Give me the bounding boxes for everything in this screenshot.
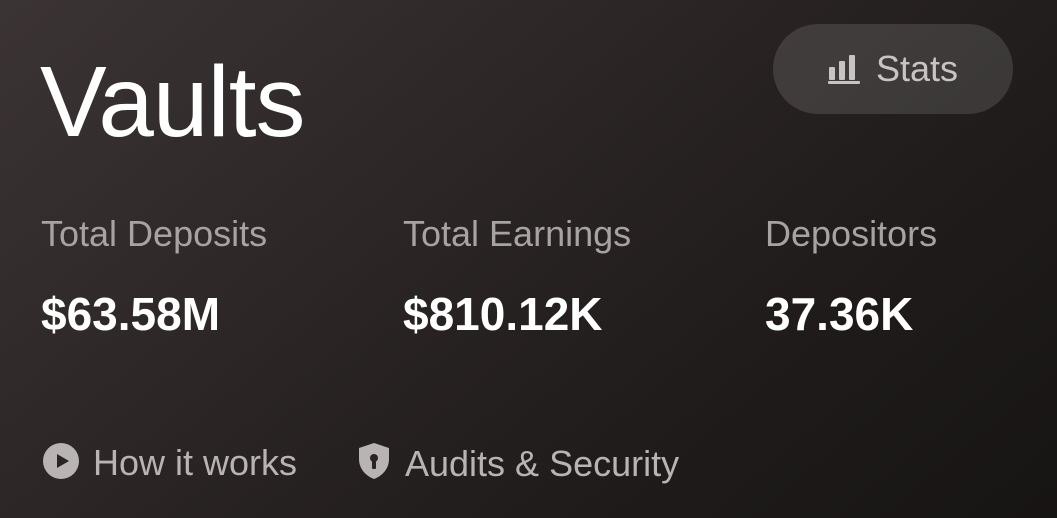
audits-security-label: Audits & Security: [405, 442, 680, 484]
metric-value: $63.58M: [41, 288, 221, 341]
metric-value: 37.36K: [765, 288, 914, 341]
bar-chart-icon: [827, 54, 862, 84]
play-circle-icon: [43, 442, 79, 484]
vaults-card: Vaults Stats Total Deposits $63.58M Tota…: [0, 0, 1057, 518]
how-it-works-link[interactable]: How it works: [43, 442, 297, 484]
how-it-works-label: How it works: [93, 442, 298, 483]
metric-label: Total Earnings: [403, 213, 632, 254]
metric-depositors: Depositors 37.36K: [765, 212, 937, 340]
stats-button[interactable]: Stats: [773, 24, 1013, 114]
metric-label: Total Deposits: [41, 213, 268, 254]
stats-button-label: Stats: [875, 48, 959, 89]
page-title: Vaults: [40, 46, 306, 158]
shield-icon: [357, 442, 391, 485]
audits-security-link[interactable]: Audits & Security: [357, 442, 679, 485]
metric-total-deposits: Total Deposits $63.58M: [41, 212, 267, 340]
metric-label: Depositors: [765, 213, 938, 254]
metric-value: $810.12K: [403, 288, 603, 341]
metric-total-earnings: Total Earnings $810.12K: [403, 212, 631, 340]
